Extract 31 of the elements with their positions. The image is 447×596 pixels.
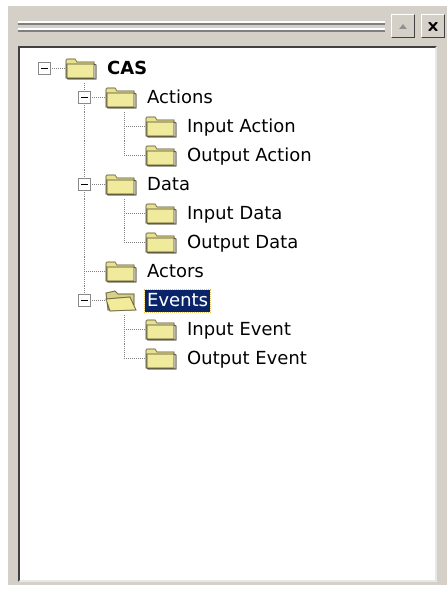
up-arrow-icon xyxy=(399,24,407,28)
grip-bar[interactable] xyxy=(18,20,385,32)
scroll-up-button[interactable] xyxy=(391,14,415,38)
tree-item[interactable]: Output Data xyxy=(185,232,300,254)
folder-icon xyxy=(65,58,97,80)
tree-item[interactable]: Output Action xyxy=(185,144,314,166)
tree-item[interactable]: Input Action xyxy=(185,116,298,138)
tree-item[interactable]: Data xyxy=(145,174,192,196)
tree-item[interactable]: Input Data xyxy=(185,202,284,224)
tree-item[interactable]: CAS xyxy=(105,58,150,80)
folder-icon xyxy=(105,86,137,108)
collapse-icon[interactable] xyxy=(78,294,90,307)
tree-item[interactable]: Actors xyxy=(145,260,206,282)
open-folder-icon xyxy=(105,290,137,312)
folder-icon xyxy=(145,348,177,370)
tree-item[interactable]: Actions xyxy=(145,86,215,108)
tree-item[interactable]: Input Event xyxy=(185,318,293,340)
folder-icon xyxy=(105,174,137,196)
close-button[interactable] xyxy=(421,14,445,38)
collapse-icon[interactable] xyxy=(38,62,50,75)
folder-icon xyxy=(145,232,177,254)
close-icon xyxy=(428,22,438,30)
collapse-icon[interactable] xyxy=(78,178,90,191)
folder-icon xyxy=(145,318,177,340)
folder-icon xyxy=(105,260,137,282)
folder-icon xyxy=(145,202,177,224)
tree-item[interactable]: Output Event xyxy=(185,348,309,370)
tree-item[interactable]: Events xyxy=(145,290,210,312)
collapse-icon[interactable] xyxy=(78,91,90,104)
folder-icon xyxy=(145,116,177,138)
folder-icon xyxy=(145,144,177,166)
